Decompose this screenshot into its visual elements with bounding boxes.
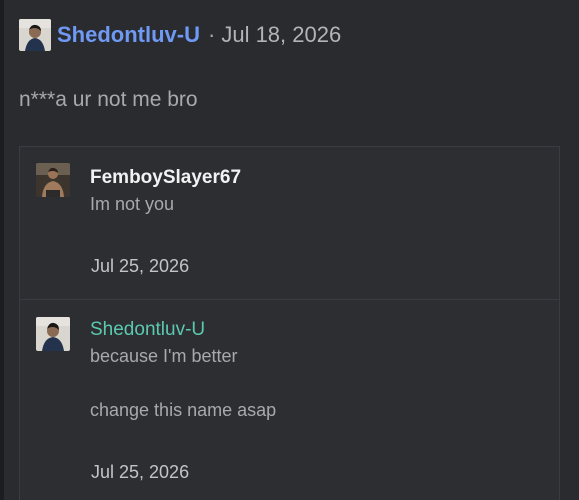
reply-item: FemboySlayer67 Im not you Jul 25, 2026 <box>20 147 559 300</box>
post-author-link[interactable]: Shedontluv-U <box>57 22 200 48</box>
avatar[interactable] <box>36 317 70 351</box>
separator-dot: · <box>208 22 216 47</box>
reply-text: Im not you <box>90 194 175 214</box>
post-thread: Shedontluv-U · Jul 18, 2026 n***a ur not… <box>0 0 579 500</box>
reply-text: because I'm better <box>90 346 238 366</box>
post-date[interactable]: Jul 18, 2026 <box>221 22 341 48</box>
frame-edge <box>0 0 4 500</box>
reply-date[interactable]: Jul 25, 2026 <box>91 462 189 483</box>
reply-date[interactable]: Jul 25, 2026 <box>91 256 189 277</box>
reply-author-link[interactable]: FemboySlayer67 <box>90 167 241 189</box>
avatar[interactable] <box>36 163 70 197</box>
reply-text: change this name asap <box>90 400 277 420</box>
replies-container: FemboySlayer67 Im not you Jul 25, 2026 S… <box>19 146 560 500</box>
post-body: n***a ur not me bro <box>19 88 198 111</box>
reply-author-link[interactable]: Shedontluv-U <box>90 319 205 341</box>
avatar[interactable] <box>19 19 51 51</box>
post-header: Shedontluv-U · Jul 18, 2026 <box>19 19 341 51</box>
reply-item: Shedontluv-U because I'm better change t… <box>20 300 559 500</box>
